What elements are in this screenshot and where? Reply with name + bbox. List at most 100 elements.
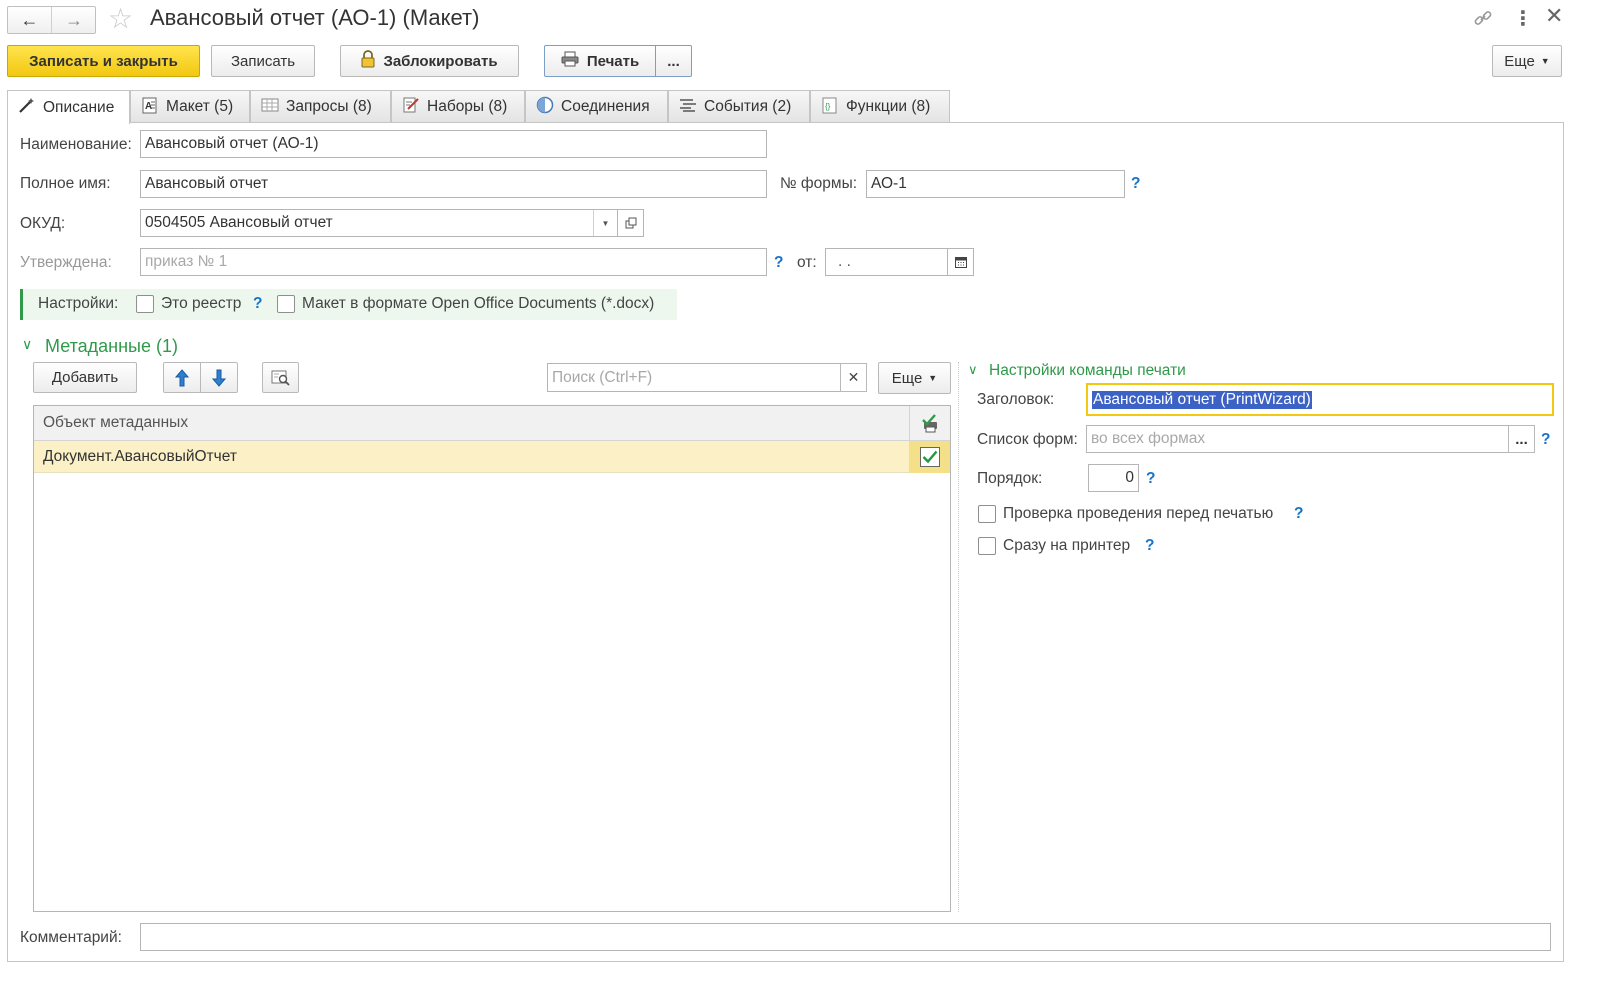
lock-button-label: Заблокировать (383, 52, 498, 70)
forms-help-icon[interactable]: ? (1541, 431, 1550, 449)
tab-label: Описание (43, 98, 115, 116)
comment-label: Комментарий: (20, 929, 122, 946)
tab-connections[interactable]: Соединения (525, 90, 668, 123)
functions-icon: {} (821, 96, 839, 119)
save-and-close-button[interactable]: Записать и закрыть (7, 45, 200, 77)
more-vertical-icon[interactable]: ⋮ (1513, 6, 1533, 31)
order-field[interactable]: 0 (1088, 464, 1139, 492)
search-clear-button[interactable]: ✕ (840, 363, 867, 392)
registry-label: Это реестр (161, 295, 242, 312)
metadata-more-button[interactable]: Еще ▼ (878, 362, 951, 394)
from-date-value: . . (838, 253, 851, 270)
padlock-icon (361, 50, 375, 72)
okud-field[interactable]: 0504505 Авансовый отчет ▼ (140, 209, 644, 237)
print-settings-collapse-icon[interactable]: ∨ (968, 362, 978, 378)
name-label: Наименование: (20, 136, 132, 153)
check-posting-checkbox[interactable] (978, 505, 996, 523)
close-icon[interactable]: ✕ (1545, 3, 1563, 29)
search-list-icon (271, 370, 290, 386)
tab-template[interactable]: A Макет (5) (130, 90, 250, 123)
link-icon[interactable] (1472, 8, 1494, 28)
row-object-cell: Документ.АвансовыйОтчет (43, 448, 237, 465)
metadata-table: Объект метаданных Документ.АвансовыйОтче… (33, 405, 951, 912)
forms-select-button[interactable]: ... (1508, 425, 1535, 453)
fullname-field[interactable]: Авансовый отчет (140, 170, 767, 198)
approved-label: Утверждена: (20, 254, 112, 271)
table-header: Объект метаданных (34, 406, 950, 441)
forms-label: Список форм: (977, 431, 1078, 448)
sets-icon (402, 96, 420, 119)
arrow-up-icon (175, 368, 189, 386)
arrow-right-icon: → (65, 9, 83, 30)
docx-label: Макет в формате Open Office Documents (*… (302, 295, 655, 312)
approved-help-icon[interactable]: ? (774, 254, 783, 272)
add-button[interactable]: Добавить (33, 362, 137, 393)
settings-label: Настройки: (38, 295, 119, 312)
tab-functions[interactable]: {} Функции (8) (810, 90, 950, 123)
svg-text:{}: {} (825, 102, 831, 111)
order-value: 0 (1125, 469, 1134, 486)
panel-splitter[interactable] (958, 362, 959, 912)
formno-field[interactable]: АО-1 (866, 170, 1125, 198)
print-settings-header[interactable]: Настройки команды печати (989, 362, 1186, 380)
events-icon (679, 97, 697, 118)
column-header-object[interactable]: Объект метаданных (43, 414, 188, 432)
formno-help-icon[interactable]: ? (1131, 175, 1140, 193)
table-row[interactable]: Документ.АвансовыйОтчет (34, 441, 950, 473)
print-button[interactable]: Печать (544, 45, 656, 77)
search-input[interactable]: Поиск (Ctrl+F) (547, 363, 841, 392)
more-button-label: Еще (1504, 52, 1535, 70)
name-field[interactable]: Авансовый отчет (АО-1) (140, 130, 767, 158)
formno-label: № формы: (780, 175, 858, 192)
metadata-collapse-icon[interactable]: ∨ (22, 336, 32, 353)
tab-label: Макет (5) (166, 98, 234, 115)
forms-field[interactable]: во всех формах (1086, 425, 1509, 453)
check-posting-label: Проверка проведения перед печатью (1003, 505, 1274, 522)
print-check-icon (922, 413, 937, 432)
back-button[interactable]: ← (8, 7, 52, 33)
registry-help-icon[interactable]: ? (253, 295, 262, 313)
okud-open-button[interactable] (617, 210, 643, 236)
approved-field[interactable]: приказ № 1 (140, 248, 767, 276)
check-posting-help-icon[interactable]: ? (1294, 505, 1303, 523)
move-down-button[interactable] (200, 362, 238, 393)
calendar-button[interactable] (947, 249, 973, 275)
okud-value: 0504505 Авансовый отчет (145, 214, 333, 231)
comment-field[interactable] (140, 923, 1551, 951)
tab-label: Наборы (8) (427, 98, 508, 115)
metadata-header[interactable]: Метаданные (1) (45, 336, 178, 357)
print-more-button[interactable]: ... (655, 45, 692, 77)
order-label: Порядок: (977, 470, 1043, 487)
checkmark-icon (922, 450, 937, 464)
move-up-button[interactable] (163, 362, 201, 393)
title-value: Авансовый отчет (PrintWizard) (1092, 390, 1312, 409)
direct-printer-checkbox[interactable] (978, 537, 996, 555)
row-print-cell (909, 441, 950, 473)
column-header-print[interactable] (909, 406, 950, 441)
clear-icon: ✕ (847, 369, 860, 385)
tab-queries[interactable]: Запросы (8) (250, 90, 391, 123)
favorite-star-icon[interactable]: ☆ (108, 2, 133, 35)
lock-button[interactable]: Заблокировать (340, 45, 519, 77)
okud-label: ОКУД: (20, 215, 66, 232)
more-button[interactable]: Еще ▼ (1492, 45, 1562, 77)
title-field[interactable]: Авансовый отчет (PrintWizard) (1086, 383, 1554, 416)
direct-printer-help-icon[interactable]: ? (1145, 537, 1154, 555)
docx-checkbox[interactable] (277, 295, 295, 313)
from-date-field[interactable]: . . (825, 248, 974, 276)
find-in-list-button[interactable] (262, 362, 299, 393)
title-label: Заголовок: (977, 391, 1055, 408)
open-window-icon (625, 217, 636, 229)
forward-button[interactable]: → (52, 7, 96, 33)
save-button[interactable]: Записать (211, 45, 315, 77)
tab-sets[interactable]: Наборы (8) (391, 90, 525, 123)
tab-description[interactable]: Описание (7, 90, 130, 124)
chevron-down-icon: ▼ (601, 218, 610, 228)
tab-events[interactable]: События (2) (668, 90, 810, 123)
registry-checkbox[interactable] (136, 295, 154, 313)
row-print-checkbox[interactable] (919, 447, 940, 467)
order-help-icon[interactable]: ? (1146, 470, 1155, 488)
calendar-icon (954, 257, 967, 268)
okud-dropdown-button[interactable]: ▼ (593, 210, 617, 236)
table-icon (261, 97, 279, 118)
